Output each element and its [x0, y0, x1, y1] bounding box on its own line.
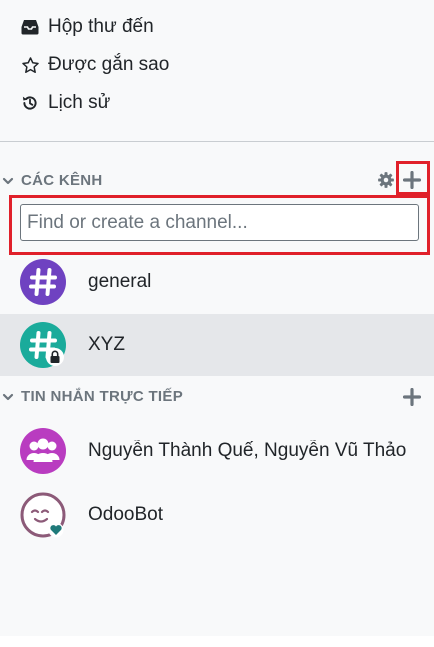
channel-item-xyz[interactable]: XYZ [0, 314, 434, 376]
star-icon [20, 55, 40, 75]
category-channels-header[interactable]: CÁC KÊNH [0, 168, 434, 192]
channel-hash-avatar-icon [20, 322, 66, 368]
add-channel-highlight [396, 161, 430, 195]
add-direct-message-icon[interactable] [402, 387, 422, 407]
mailbox-inbox[interactable]: Hộp thư đến [20, 15, 154, 39]
mailbox-history-label: Lịch sử [48, 92, 111, 113]
group-avatar-icon [20, 428, 66, 474]
mailbox-starred[interactable]: Được gắn sao [20, 53, 169, 77]
channel-search-input[interactable] [21, 205, 418, 240]
channel-name: general [88, 271, 152, 292]
dm-item-odoobot[interactable]: OdooBot [0, 484, 434, 546]
gear-icon[interactable] [377, 171, 395, 189]
dm-name: OdooBot [88, 504, 163, 525]
channel-hash-avatar-icon [20, 259, 66, 305]
mailbox-inbox-label: Hộp thư đến [48, 16, 154, 37]
odoobot-avatar-icon [20, 492, 66, 538]
category-channels-title: CÁC KÊNH [21, 171, 103, 189]
sidebar-divider [0, 141, 434, 142]
mailbox-starred-label: Được gắn sao [48, 54, 170, 75]
history-icon [20, 93, 40, 113]
discuss-sidebar: Hộp thư đến Được gắn sao Lịch sử CÁC KÊN… [0, 0, 434, 636]
bottom-strip [0, 636, 434, 647]
channel-item-general[interactable]: general [0, 251, 434, 313]
category-direct-messages-header[interactable]: TIN NHẮN TRỰC TIẾP [0, 384, 434, 408]
channel-name: XYZ [88, 334, 125, 355]
dm-name: Nguyễn Thành Quế, Nguyễn Vũ Thảo [88, 440, 407, 461]
chevron-down-icon[interactable] [2, 174, 14, 186]
dm-item-group[interactable]: Nguyễn Thành Quế, Nguyễn Vũ Thảo [0, 420, 434, 482]
mailbox-history[interactable]: Lịch sử [20, 91, 110, 115]
channel-search-field[interactable] [20, 204, 419, 241]
chevron-down-icon[interactable] [2, 390, 14, 402]
category-direct-messages-title: TIN NHẮN TRỰC TIẾP [21, 387, 184, 405]
inbox-icon [20, 17, 40, 37]
